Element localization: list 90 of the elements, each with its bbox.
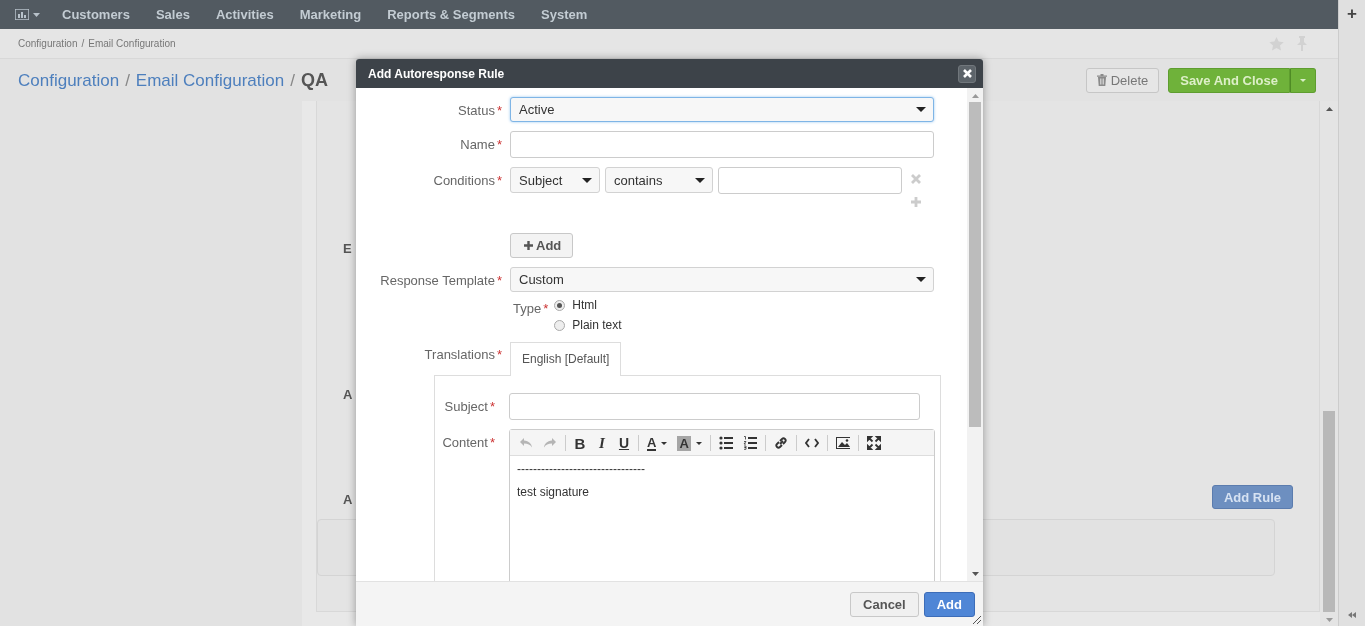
caret-icon (661, 441, 668, 445)
code-icon[interactable] (804, 436, 819, 450)
response-template-select[interactable]: Custom (510, 267, 934, 292)
condition-field-select[interactable]: Subject (510, 167, 600, 193)
scroll-up-icon (1325, 107, 1333, 111)
caret-icon (582, 177, 592, 183)
field-label: Status (458, 103, 495, 118)
cancel-button[interactable]: Cancel (850, 591, 919, 617)
nav-item[interactable]: Sales (155, 7, 190, 22)
save-options-button[interactable] (1290, 67, 1316, 93)
caret-icon (695, 177, 705, 183)
title-separator: / (125, 70, 130, 91)
title-link[interactable]: Configuration (18, 70, 120, 91)
text-color-button[interactable]: A (642, 433, 673, 453)
required-mark: * (496, 173, 502, 188)
add-widget-button[interactable]: + (1347, 4, 1357, 24)
title-link[interactable]: Email Configuration (135, 70, 285, 91)
scrollbar-thumb[interactable] (1323, 411, 1335, 612)
caret-icon (33, 12, 40, 17)
highlight-color-button[interactable]: A (672, 433, 707, 453)
delete-button[interactable]: Delete (1085, 67, 1160, 93)
field-label: Translations (424, 347, 495, 362)
required-mark: * (489, 399, 495, 414)
image-icon[interactable] (835, 436, 850, 450)
status-select[interactable]: Active (510, 97, 934, 122)
subject-field[interactable] (509, 393, 920, 420)
dialog-title: Add Autoresponse Rule (368, 66, 505, 81)
editor-text: test signature (517, 485, 591, 499)
field-label: Conditions (433, 173, 495, 188)
section-heading: A (343, 387, 353, 402)
bold-button[interactable]: B (569, 433, 591, 453)
breadcrumb-item[interactable]: Email Configuration (88, 38, 176, 49)
title-separator: / (290, 70, 295, 91)
radio-label[interactable]: Plain text (572, 318, 622, 332)
link-icon[interactable] (773, 436, 788, 450)
nav-item[interactable]: Marketing (299, 7, 362, 22)
page-title: QA (300, 69, 328, 91)
close-icon (962, 69, 972, 78)
scrollbar-thumb[interactable] (969, 102, 981, 427)
condition-operator-select[interactable]: contains (605, 167, 713, 193)
caret-icon (1300, 78, 1306, 82)
caret-icon (916, 107, 926, 112)
caret-icon (916, 277, 926, 282)
add-icon[interactable] (911, 197, 921, 207)
bar-chart-icon (15, 9, 29, 20)
fullscreen-icon[interactable] (866, 436, 881, 450)
section-heading: A (343, 492, 353, 507)
nav-item[interactable]: Customers (62, 7, 130, 22)
collapse-icon[interactable] (1348, 612, 1356, 618)
add-condition-button[interactable]: Add (510, 233, 574, 258)
radio-label[interactable]: Html (572, 298, 597, 312)
editor-text: -------------------------------- (517, 462, 646, 476)
required-mark: * (543, 301, 549, 316)
add-button[interactable]: Add (923, 591, 975, 617)
nav-item[interactable]: Reports & Segments (387, 7, 515, 22)
bulleted-list-icon[interactable] (718, 436, 733, 450)
breadcrumb-item[interactable]: Configuration (18, 38, 78, 49)
italic-button[interactable]: I (591, 433, 613, 453)
required-mark: * (496, 103, 502, 118)
trash-icon (1096, 74, 1107, 86)
field-label: Type (513, 301, 542, 316)
language-tab[interactable]: English [Default] (510, 342, 622, 376)
radio-button[interactable] (554, 319, 566, 331)
close-button[interactable] (958, 64, 976, 83)
scroll-down-icon (971, 572, 979, 576)
numbered-list-icon[interactable] (742, 436, 757, 450)
field-label: Response Template (380, 273, 495, 288)
condition-value-field[interactable] (718, 167, 902, 194)
required-mark: * (496, 273, 502, 288)
nav-item[interactable]: Activities (215, 7, 274, 22)
nav-item[interactable]: System (541, 7, 588, 22)
scroll-up-icon (971, 94, 979, 98)
underline-button[interactable]: U (613, 433, 635, 453)
required-mark: * (489, 435, 495, 450)
scrollbar[interactable] (967, 88, 983, 581)
section-heading: E (343, 241, 352, 256)
name-field[interactable] (510, 131, 934, 158)
field-label: Subject (444, 399, 488, 414)
field-label: Name (460, 137, 495, 152)
caret-icon (695, 441, 702, 445)
field-label: Content (442, 435, 488, 450)
resize-grip-icon (973, 616, 981, 624)
breadcrumb-separator: / (81, 38, 85, 49)
required-mark: * (496, 347, 502, 362)
required-mark: * (496, 137, 502, 152)
radio-button[interactable] (554, 299, 566, 311)
scroll-down-icon (1325, 618, 1333, 622)
remove-icon[interactable] (911, 174, 921, 184)
plus-icon (524, 241, 533, 250)
scrollbar[interactable] (1320, 101, 1338, 626)
